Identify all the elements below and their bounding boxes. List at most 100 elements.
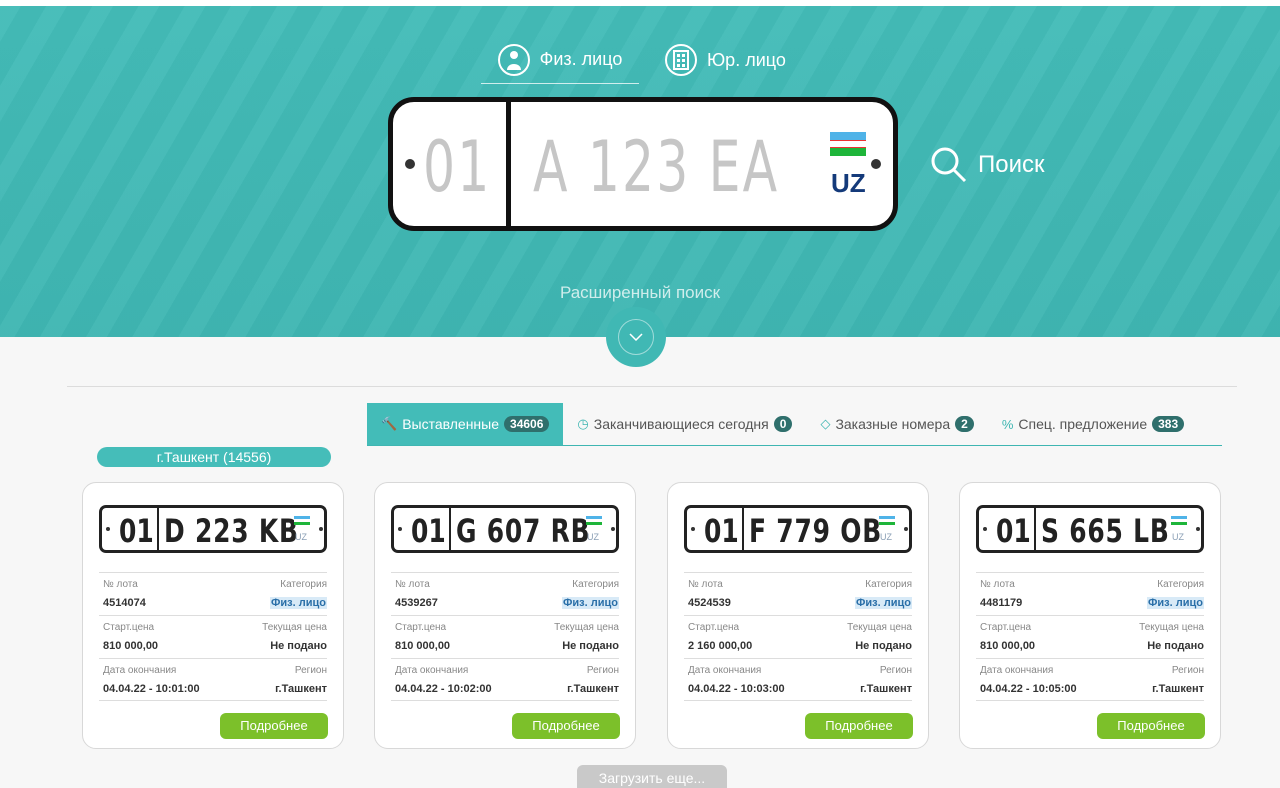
lot-plate: 01 G 607 RB UZ xyxy=(391,505,619,553)
plate-region-code[interactable]: 01 xyxy=(423,126,491,208)
lot-details: № лота Категория 4524539 Физ. лицо Старт… xyxy=(684,572,912,701)
current-price-value: Не подано xyxy=(562,640,619,652)
lot-plate-country: UZ xyxy=(880,532,892,542)
tab-listed[interactable]: 🔨 Выставленные 34606 xyxy=(367,403,564,445)
date-row: Дата окончания Регион 04.04.22 - 10:01:0… xyxy=(99,658,327,701)
current-price-value: Не подано xyxy=(270,640,327,652)
lot-details: № лота Категория 4514074 Физ. лицо Старт… xyxy=(99,572,327,701)
load-more-button[interactable]: Загрузить еще... xyxy=(577,765,727,788)
lot-no-label: № лота xyxy=(980,579,1015,590)
tab-individual[interactable]: Физ. лицо xyxy=(481,36,639,84)
tab-special-offer-count: 383 xyxy=(1152,416,1185,432)
plate-divider xyxy=(157,508,159,550)
advanced-search-link[interactable]: Расширенный поиск xyxy=(0,283,1280,303)
building-icon xyxy=(665,44,697,76)
chevron-down-icon xyxy=(629,333,643,341)
region-value: г.Ташкент xyxy=(1152,683,1204,695)
category-label: Категория xyxy=(280,579,327,590)
plate-rivet-right xyxy=(319,527,323,531)
lot-plate-country: UZ xyxy=(587,532,599,542)
tab-legal-entity-label: Юр. лицо xyxy=(707,49,786,70)
gavel-icon: 🔨 xyxy=(381,416,398,431)
current-price-value: Не подано xyxy=(1147,640,1204,652)
plate-number-input[interactable]: 01 A 123 EA UZ xyxy=(388,97,898,231)
tab-custom-numbers-label: Заказные номера xyxy=(835,416,951,432)
lot-plate: 01 D 223 KB UZ xyxy=(99,505,327,553)
current-price-value: Не подано xyxy=(855,640,912,652)
category-value: Физ. лицо xyxy=(270,597,327,609)
lot-no-value: 4524539 xyxy=(688,597,731,609)
tab-ending-today[interactable]: ◷ Заканчивающиеся сегодня 0 xyxy=(563,403,806,445)
tab-individual-label: Физ. лицо xyxy=(539,49,623,69)
current-price-label: Текущая цена xyxy=(847,622,912,633)
plate-rivet-left xyxy=(398,527,402,531)
details-button[interactable]: Подробнее xyxy=(512,713,620,739)
plate-number-value[interactable]: A 123 EA xyxy=(533,126,779,208)
tab-ending-today-label: Заканчивающиеся сегодня xyxy=(593,416,769,432)
date-row: Дата окончания Регион 04.04.22 - 10:02:0… xyxy=(391,658,619,701)
lot-card: 01 D 223 KB UZ № лота Категория 4514074 … xyxy=(82,482,344,749)
lot-plate-country: UZ xyxy=(295,532,307,542)
lot-plate-region: 01 xyxy=(704,512,739,550)
tab-special-offer[interactable]: % Спец. предложение 383 xyxy=(988,403,1198,445)
end-date-label: Дата окончания xyxy=(395,665,469,676)
tab-special-offer-label: Спец. предложение xyxy=(1018,416,1148,432)
category-label: Категория xyxy=(865,579,912,590)
region-filter[interactable]: г.Ташкент (14556) xyxy=(97,447,331,467)
tab-ending-today-count: 0 xyxy=(773,416,793,432)
start-price-value: 810 000,00 xyxy=(980,640,1036,652)
tab-custom-numbers[interactable]: ◇ Заказные номера 2 xyxy=(806,403,987,445)
lot-plate-region: 01 xyxy=(119,512,154,550)
search-icon xyxy=(931,147,967,183)
region-value: г.Ташкент xyxy=(860,683,912,695)
percent-icon: % xyxy=(1001,416,1014,432)
plate-country-code: UZ xyxy=(831,168,866,198)
region-value: г.Ташкент xyxy=(567,683,619,695)
search-button[interactable]: Поиск xyxy=(930,146,1045,184)
plate-divider xyxy=(1034,508,1036,550)
end-date-value: 04.04.22 - 10:01:00 xyxy=(103,683,200,695)
plate-rivet-left xyxy=(405,159,415,169)
lot-details: № лота Категория 4539267 Физ. лицо Старт… xyxy=(391,572,619,701)
start-price-value: 810 000,00 xyxy=(395,640,451,652)
start-price-label: Старт.цена xyxy=(395,622,447,633)
lot-no-value: 4539267 xyxy=(395,597,438,609)
lot-plate: 01 S 665 LB UZ xyxy=(976,505,1204,553)
details-button[interactable]: Подробнее xyxy=(805,713,913,739)
date-row: Дата окончания Регион 04.04.22 - 10:03:0… xyxy=(684,658,912,701)
lot-plate-number: F 779 OB xyxy=(749,512,883,550)
region-label: Регион xyxy=(1171,665,1204,676)
lot-row: № лота Категория 4524539 Физ. лицо xyxy=(684,572,912,615)
region-value: г.Ташкент xyxy=(275,683,327,695)
lot-card: 01 S 665 LB UZ № лота Категория 4481179 … xyxy=(959,482,1221,749)
lot-tabs: 🔨 Выставленные 34606 ◷ Заканчивающиеся с… xyxy=(367,403,1222,446)
start-price-value: 810 000,00 xyxy=(103,640,159,652)
diamond-icon: ◇ xyxy=(820,416,831,431)
date-row: Дата окончания Регион 04.04.22 - 10:05:0… xyxy=(976,658,1204,701)
end-date-value: 04.04.22 - 10:03:00 xyxy=(688,683,785,695)
details-button[interactable]: Подробнее xyxy=(220,713,328,739)
lot-no-label: № лота xyxy=(103,579,138,590)
tab-listed-label: Выставленные xyxy=(402,416,500,432)
end-date-value: 04.04.22 - 10:02:00 xyxy=(395,683,492,695)
tab-custom-numbers-count: 2 xyxy=(955,416,974,432)
lot-row: № лота Категория 4539267 Физ. лицо xyxy=(391,572,619,615)
tab-legal-entity[interactable]: Юр. лицо xyxy=(655,36,796,84)
lot-no-label: № лота xyxy=(395,579,430,590)
lot-plate-number: G 607 RB xyxy=(456,512,591,550)
category-label: Категория xyxy=(572,579,619,590)
region-label: Регион xyxy=(294,665,327,676)
uzbekistan-flag-icon xyxy=(1171,516,1187,526)
lot-row: № лота Категория 4514074 Физ. лицо xyxy=(99,572,327,615)
plate-divider xyxy=(742,508,744,550)
end-date-label: Дата окончания xyxy=(980,665,1054,676)
lot-no-value: 4481179 xyxy=(980,597,1023,609)
details-button[interactable]: Подробнее xyxy=(1097,713,1205,739)
category-value: Физ. лицо xyxy=(1147,597,1204,609)
lot-plate-number: D 223 KB xyxy=(164,512,299,550)
expand-advanced-search-button[interactable] xyxy=(606,307,666,367)
lot-no-label: № лота xyxy=(688,579,723,590)
price-row: Старт.цена Текущая цена 810 000,00 Не по… xyxy=(391,615,619,658)
lot-card: 01 G 607 RB UZ № лота Категория 4539267 … xyxy=(374,482,636,749)
person-icon xyxy=(497,43,530,76)
